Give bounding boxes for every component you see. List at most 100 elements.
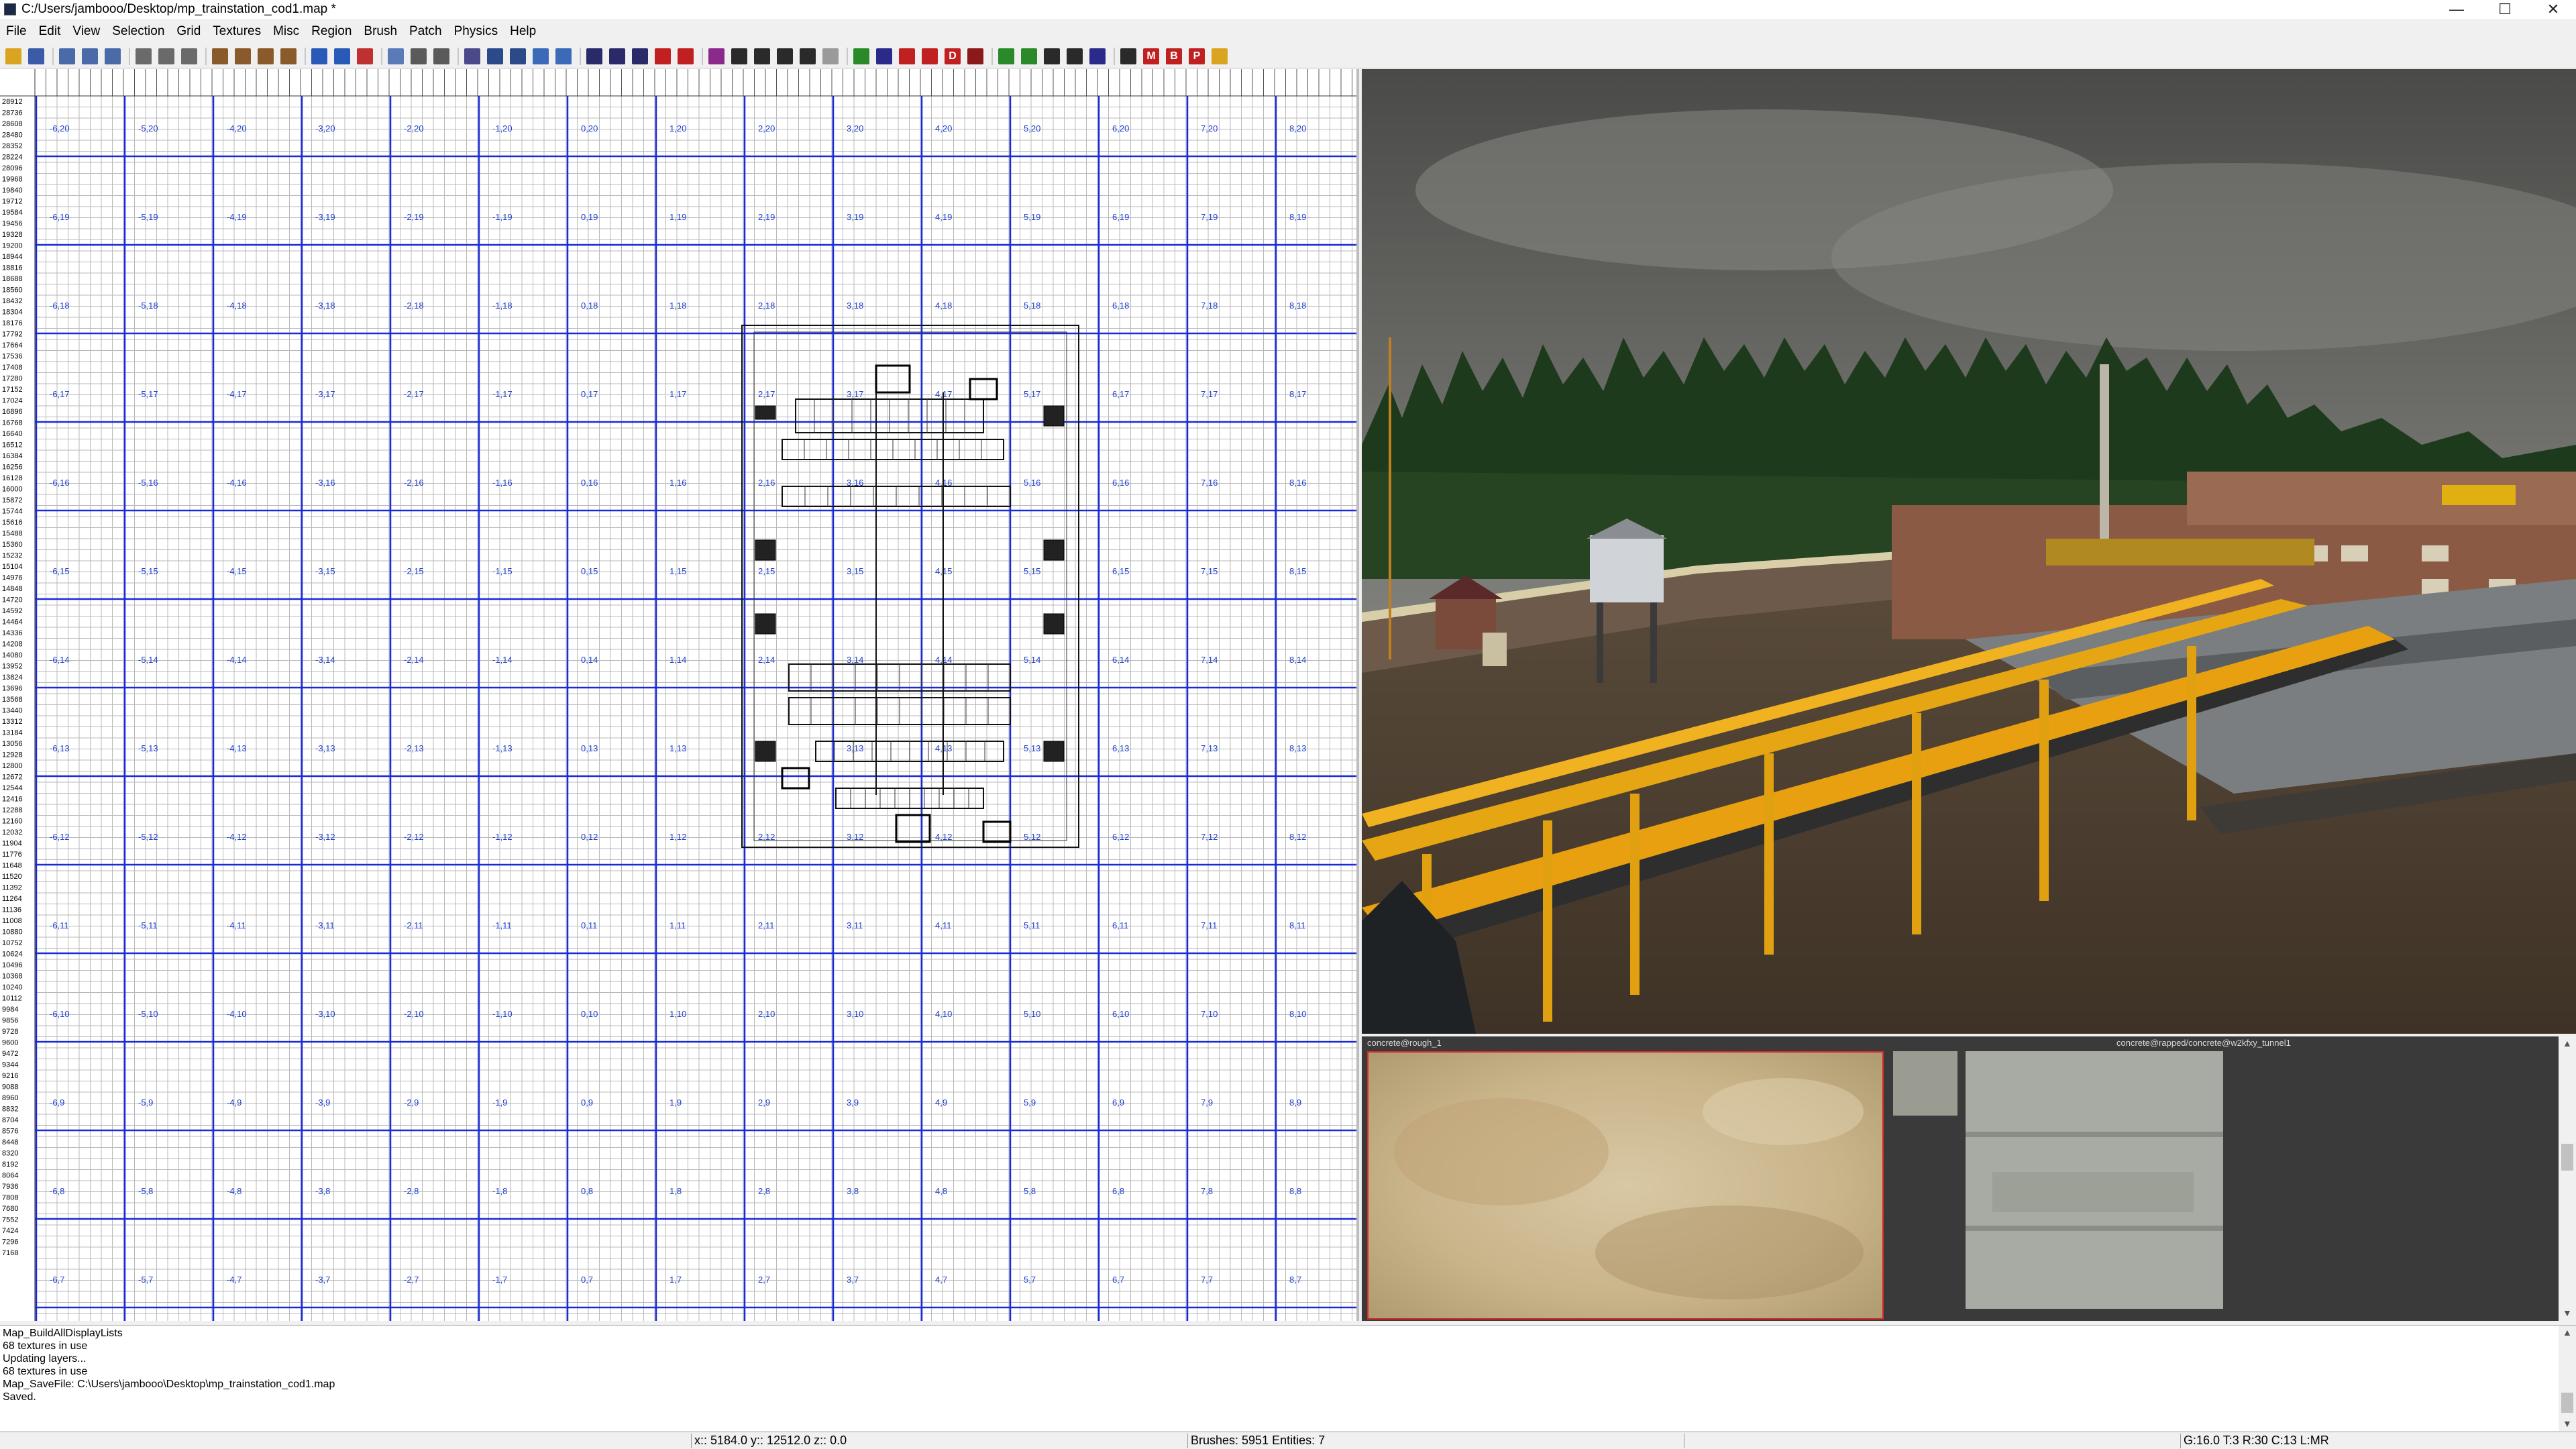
region-icon[interactable] [1089,48,1106,64]
clipper-icon[interactable] [311,48,327,64]
cubic-clip-icon[interactable] [464,48,480,64]
menu-help[interactable]: Help [504,24,542,39]
texture-browser[interactable]: concrete@rough_1 concrete@rapped/concret… [1362,1036,2576,1321]
flip-x-icon[interactable] [59,48,75,64]
csg-subtract-icon[interactable] [334,48,350,64]
entity-icon[interactable] [533,48,549,64]
close-button[interactable]: ✕ [2530,0,2576,19]
save-icon[interactable] [28,48,44,64]
rotate-y-icon[interactable] [158,48,174,64]
select-inside-icon[interactable] [280,48,297,64]
bend-icon[interactable] [555,48,572,64]
texture-tile-concrete-rough[interactable] [1367,1051,1884,1320]
texture-lock-icon[interactable] [433,48,449,64]
menu-file[interactable]: File [0,24,33,39]
grid-block-label: -4,16 [227,478,247,488]
ruler-row-label: 7424 [2,1227,18,1235]
grid-block-label: 0,10 [581,1009,598,1019]
maximize-button[interactable]: ☐ [2482,0,2528,19]
flip-z-icon[interactable] [105,48,121,64]
grid-block-label: 6,18 [1112,301,1129,311]
flip-y-icon[interactable] [82,48,98,64]
console-line: Updating layers... [3,1353,87,1364]
grid-block-label: 4,19 [935,212,952,222]
scroll-down-icon[interactable]: ▼ [2563,1418,2572,1429]
patch-icon[interactable] [510,48,526,64]
light-icon[interactable] [899,48,915,64]
eyedropper-icon[interactable] [853,48,869,64]
app-icon [4,3,16,15]
csg-merge-icon[interactable] [357,48,373,64]
hollow-icon[interactable] [388,48,404,64]
grid-block-label: -6,12 [50,832,70,842]
menu-region[interactable]: Region [305,24,358,39]
minimize-button[interactable]: — [2434,0,2479,19]
menu-physics[interactable]: Physics [448,24,504,39]
rotate-x-icon[interactable] [136,48,152,64]
menu-textures[interactable]: Textures [207,24,267,39]
scroll-up-icon[interactable]: ▲ [2563,1327,2572,1338]
console-log[interactable]: Map_BuildAllDisplayLists 68 textures in … [0,1325,2576,1432]
ruler-row-label: 9600 [2,1039,18,1047]
camera-scene[interactable] [1362,69,2576,1034]
scroll-thumb[interactable] [2561,1144,2573,1171]
sun-icon[interactable] [922,48,938,64]
scale-icon[interactable] [655,48,671,64]
grid-canvas[interactable]: -6,20 -5,20 -4,20 -3,20 -2,20 -1,20 0,20 1,20 2,… [0,69,1359,1321]
filter-icon[interactable] [822,48,839,64]
menu-patch[interactable]: Patch [403,24,448,39]
texture-tile-concrete-tunnel[interactable] [1966,1051,2223,1309]
ruler-row-label: 10624 [2,951,23,959]
z-axis-icon[interactable] [632,48,648,64]
caulk-icon[interactable] [800,48,816,64]
select-complete-icon[interactable] [212,48,228,64]
d-icon[interactable]: D [945,48,961,64]
change-views-icon[interactable] [411,48,427,64]
open-icon[interactable] [5,48,21,64]
grid-block-label: -3,19 [315,212,335,222]
grid-view-xy[interactable]: -6,20 -5,20 -4,20 -3,20 -2,20 -1,20 0,20 1,20 2,… [0,69,1359,1321]
scroll-thumb[interactable] [2561,1393,2573,1413]
texture-scrollbar[interactable]: ▲ ▼ [2559,1036,2576,1321]
menu-misc[interactable]: Misc [267,24,305,39]
model-icon[interactable] [967,48,983,64]
camera-icon[interactable] [487,48,503,64]
camera-view-3d[interactable] [1362,69,2576,1034]
grid-block-label: 7,8 [1201,1186,1213,1196]
rotate-z-icon[interactable] [181,48,197,64]
toolbar-separator [305,47,306,65]
drill-icon[interactable] [708,48,724,64]
weld-icon[interactable] [678,48,694,64]
m-icon[interactable]: M [1143,48,1159,64]
scroll-up-icon[interactable]: ▲ [2563,1038,2572,1049]
menu-edit[interactable]: Edit [33,24,67,39]
menu-selection[interactable]: Selection [106,24,170,39]
hide-icon[interactable] [777,48,793,64]
arrow-down-alt-icon[interactable] [1021,48,1037,64]
grid-block-label: 5,19 [1024,212,1040,222]
t-icon[interactable] [1120,48,1136,64]
grid-block-label: 2,8 [758,1186,770,1196]
p-icon[interactable]: P [1189,48,1205,64]
grid-block-label: 8,10 [1289,1009,1306,1019]
play-icon[interactable] [1212,48,1228,64]
texture-tile-small[interactable] [1893,1051,1957,1116]
menu-grid[interactable]: Grid [170,24,207,39]
b-icon[interactable]: B [1166,48,1182,64]
grid-icon[interactable] [876,48,892,64]
arrow-down-icon[interactable] [998,48,1014,64]
menu-brush[interactable]: Brush [358,24,403,39]
show-curve-icon[interactable] [754,48,770,64]
tree-icon[interactable] [1067,48,1083,64]
menu-view[interactable]: View [66,24,106,39]
scroll-down-icon[interactable]: ▼ [2563,1307,2572,1318]
grid-block-label: 1,11 [669,920,686,930]
ruler-row-label: 18688 [2,275,23,283]
select-touching-icon[interactable] [235,48,251,64]
select-partial-icon[interactable] [258,48,274,64]
x-axis-icon[interactable] [586,48,602,64]
b-mode-icon[interactable] [1044,48,1060,64]
redisperse-icon[interactable] [731,48,747,64]
y-axis-icon[interactable] [609,48,625,64]
console-scrollbar[interactable]: ▲ ▼ [2559,1326,2576,1432]
